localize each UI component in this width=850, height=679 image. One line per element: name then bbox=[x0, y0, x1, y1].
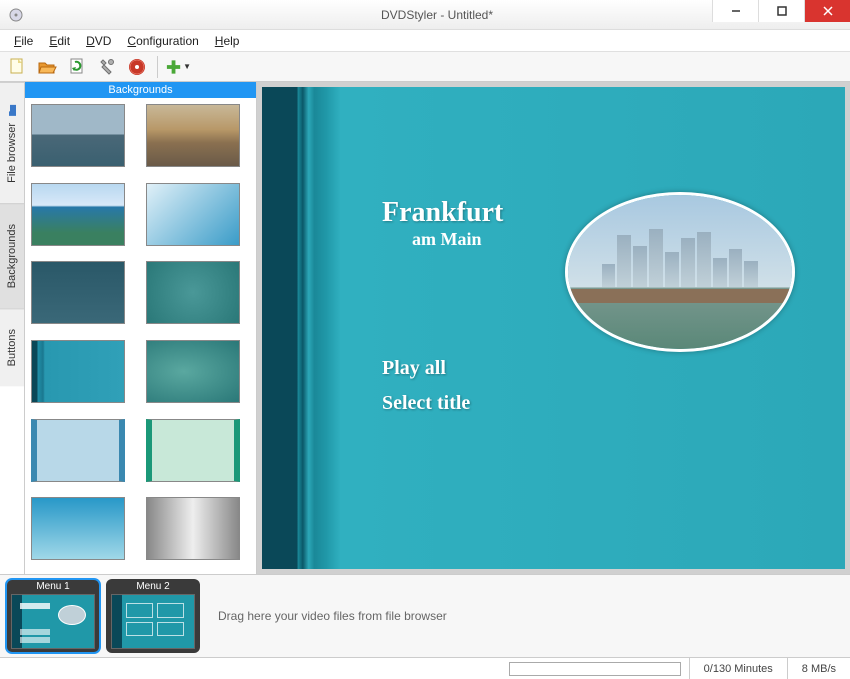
new-button[interactable] bbox=[4, 54, 30, 80]
tab-buttons-label: Buttons bbox=[6, 329, 18, 366]
browser-header: Backgrounds bbox=[25, 82, 256, 98]
tab-backgrounds[interactable]: Backgrounds bbox=[0, 203, 24, 308]
tab-buttons[interactable]: Buttons bbox=[0, 308, 24, 386]
app-icon bbox=[8, 7, 24, 23]
close-button[interactable] bbox=[804, 0, 850, 22]
toolbar: ▼ bbox=[0, 52, 850, 82]
bg-thumb-lightblue-box[interactable] bbox=[31, 419, 125, 482]
menu-dvd[interactable]: DVD bbox=[78, 32, 119, 50]
dvd-image-oval[interactable] bbox=[565, 192, 795, 352]
tab-file-browser[interactable]: File browser bbox=[0, 82, 24, 203]
browser-panel: Backgrounds bbox=[25, 82, 257, 574]
statusbar: 0/130 Minutes 8 MB/s bbox=[0, 657, 850, 679]
bg-thumb-sunset[interactable] bbox=[146, 104, 240, 167]
menubar: File Edit DVD Configuration Help bbox=[0, 30, 850, 52]
burn-button[interactable] bbox=[124, 54, 150, 80]
timeline-menu-1[interactable]: Menu 1 bbox=[6, 579, 100, 653]
timeline-menu-2-label: Menu 2 bbox=[111, 581, 195, 592]
save-button[interactable] bbox=[64, 54, 90, 80]
bg-thumb-teal-noise[interactable] bbox=[146, 261, 240, 324]
dvd-menu-canvas[interactable]: Frankfurt am Main Play all Select title bbox=[262, 87, 845, 569]
bg-thumb-aerial[interactable] bbox=[31, 183, 125, 246]
bg-thumb-ocean[interactable] bbox=[31, 104, 125, 167]
bg-thumb-mint-box[interactable] bbox=[146, 419, 240, 482]
side-tabs: File browser Backgrounds Buttons bbox=[0, 82, 25, 574]
window-buttons bbox=[712, 0, 850, 22]
bg-thumb-dark-teal[interactable] bbox=[31, 261, 125, 324]
minimize-button[interactable] bbox=[712, 0, 758, 22]
main-area: File browser Backgrounds Buttons Backgro… bbox=[0, 82, 850, 574]
dvd-subtitle[interactable]: am Main bbox=[412, 229, 482, 250]
bg-thumb-gradient-blue[interactable] bbox=[146, 183, 240, 246]
skyline-buildings bbox=[602, 229, 759, 288]
bg-thumb-stripes[interactable] bbox=[31, 340, 125, 403]
open-button[interactable] bbox=[34, 54, 60, 80]
folder-icon bbox=[5, 103, 19, 117]
menu-help[interactable]: Help bbox=[207, 32, 248, 50]
menu-file[interactable]: File bbox=[6, 32, 41, 50]
timeline-menu-2-thumb bbox=[111, 594, 195, 649]
dvd-play-all-button[interactable]: Play all bbox=[382, 357, 446, 380]
tab-backgrounds-label: Backgrounds bbox=[6, 224, 18, 288]
maximize-button[interactable] bbox=[758, 0, 804, 22]
dropdown-caret-icon: ▼ bbox=[183, 62, 191, 71]
timeline[interactable]: Menu 1 Menu 2 Drag here your video files… bbox=[0, 574, 850, 657]
bg-thumb-blurry[interactable] bbox=[146, 340, 240, 403]
timeline-menu-2[interactable]: Menu 2 bbox=[106, 579, 200, 653]
add-button[interactable]: ▼ bbox=[165, 54, 191, 80]
menu-edit[interactable]: Edit bbox=[41, 32, 78, 50]
tab-file-browser-label: File browser bbox=[6, 123, 18, 183]
status-bitrate: 8 MB/s bbox=[787, 658, 850, 679]
toolbar-separator bbox=[157, 56, 158, 78]
drop-hint: Drag here your video files from file bro… bbox=[218, 609, 447, 623]
status-progress-text: 0/130 Minutes bbox=[689, 658, 787, 679]
skyline-bridge bbox=[568, 289, 792, 303]
menu-preview[interactable]: Frankfurt am Main Play all Select title bbox=[257, 82, 850, 574]
dvd-title[interactable]: Frankfurt bbox=[382, 197, 503, 229]
dvd-select-title-button[interactable]: Select title bbox=[382, 392, 470, 415]
titlebar: DVDStyler - Untitled* bbox=[0, 0, 850, 30]
settings-button[interactable] bbox=[94, 54, 120, 80]
timeline-menu-1-thumb bbox=[11, 594, 95, 649]
bg-thumb-blue-fade[interactable] bbox=[31, 497, 125, 560]
timeline-menu-1-label: Menu 1 bbox=[11, 581, 95, 592]
background-thumbnails[interactable] bbox=[25, 98, 256, 574]
status-progress-bar bbox=[509, 662, 681, 676]
menu-configuration[interactable]: Configuration bbox=[119, 32, 206, 50]
bg-thumb-grey-shine[interactable] bbox=[146, 497, 240, 560]
